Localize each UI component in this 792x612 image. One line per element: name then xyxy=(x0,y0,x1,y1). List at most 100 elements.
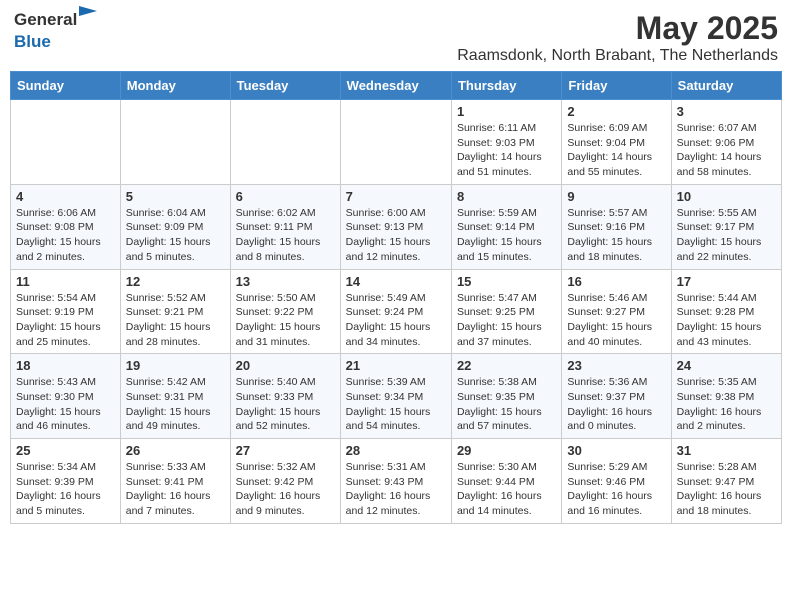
day-number: 9 xyxy=(567,189,665,204)
day-number: 11 xyxy=(16,274,115,289)
calendar-cell: 31 Sunrise: 5:28 AM Sunset: 9:47 PM Dayli… xyxy=(671,439,781,524)
calendar-cell: 6 Sunrise: 6:02 AM Sunset: 9:11 PM Daylig… xyxy=(230,184,340,269)
month-title: May 2025 xyxy=(457,10,778,47)
day-info: Sunrise: 5:59 AM Sunset: 9:14 PM Dayligh… xyxy=(457,206,556,265)
day-info: Sunrise: 5:39 AM Sunset: 9:34 PM Dayligh… xyxy=(346,375,446,434)
calendar-cell: 29 Sunrise: 5:30 AM Sunset: 9:44 PM Dayli… xyxy=(451,439,561,524)
day-info: Sunrise: 6:04 AM Sunset: 9:09 PM Dayligh… xyxy=(126,206,225,265)
day-number: 5 xyxy=(126,189,225,204)
calendar-cell: 30 Sunrise: 5:29 AM Sunset: 9:46 PM Dayli… xyxy=(562,439,671,524)
calendar-weekday-saturday: Saturday xyxy=(671,72,781,100)
day-number: 30 xyxy=(567,443,665,458)
day-info: Sunrise: 5:46 AM Sunset: 9:27 PM Dayligh… xyxy=(567,291,665,350)
logo-blue: Blue xyxy=(14,32,51,52)
day-number: 15 xyxy=(457,274,556,289)
day-info: Sunrise: 6:07 AM Sunset: 9:06 PM Dayligh… xyxy=(677,121,776,180)
day-number: 23 xyxy=(567,358,665,373)
day-number: 19 xyxy=(126,358,225,373)
calendar-table: SundayMondayTuesdayWednesdayThursdayFrid… xyxy=(10,71,782,524)
location: Raamsdonk, North Brabant, The Netherland… xyxy=(457,47,778,65)
calendar-weekday-thursday: Thursday xyxy=(451,72,561,100)
day-number: 2 xyxy=(567,104,665,119)
calendar-cell: 3 Sunrise: 6:07 AM Sunset: 9:06 PM Daylig… xyxy=(671,100,781,185)
calendar-cell xyxy=(11,100,121,185)
calendar-cell: 5 Sunrise: 6:04 AM Sunset: 9:09 PM Daylig… xyxy=(120,184,230,269)
calendar-header-row: SundayMondayTuesdayWednesdayThursdayFrid… xyxy=(11,72,782,100)
day-number: 6 xyxy=(236,189,335,204)
calendar-cell xyxy=(340,100,451,185)
calendar-cell: 28 Sunrise: 5:31 AM Sunset: 9:43 PM Dayli… xyxy=(340,439,451,524)
day-info: Sunrise: 6:00 AM Sunset: 9:13 PM Dayligh… xyxy=(346,206,446,265)
calendar-weekday-tuesday: Tuesday xyxy=(230,72,340,100)
day-info: Sunrise: 5:50 AM Sunset: 9:22 PM Dayligh… xyxy=(236,291,335,350)
day-info: Sunrise: 5:32 AM Sunset: 9:42 PM Dayligh… xyxy=(236,460,335,519)
title-section: May 2025 Raamsdonk, North Brabant, The N… xyxy=(457,10,778,65)
calendar-cell: 27 Sunrise: 5:32 AM Sunset: 9:42 PM Dayli… xyxy=(230,439,340,524)
calendar-cell: 19 Sunrise: 5:42 AM Sunset: 9:31 PM Dayli… xyxy=(120,354,230,439)
calendar-cell: 17 Sunrise: 5:44 AM Sunset: 9:28 PM Dayli… xyxy=(671,269,781,354)
day-info: Sunrise: 5:28 AM Sunset: 9:47 PM Dayligh… xyxy=(677,460,776,519)
day-info: Sunrise: 5:42 AM Sunset: 9:31 PM Dayligh… xyxy=(126,375,225,434)
day-info: Sunrise: 5:38 AM Sunset: 9:35 PM Dayligh… xyxy=(457,375,556,434)
day-number: 3 xyxy=(677,104,776,119)
day-number: 29 xyxy=(457,443,556,458)
calendar-weekday-friday: Friday xyxy=(562,72,671,100)
calendar-week-row: 4 Sunrise: 6:06 AM Sunset: 9:08 PM Daylig… xyxy=(11,184,782,269)
day-number: 8 xyxy=(457,189,556,204)
day-number: 4 xyxy=(16,189,115,204)
calendar-weekday-sunday: Sunday xyxy=(11,72,121,100)
day-number: 14 xyxy=(346,274,446,289)
day-number: 20 xyxy=(236,358,335,373)
day-info: Sunrise: 6:06 AM Sunset: 9:08 PM Dayligh… xyxy=(16,206,115,265)
day-info: Sunrise: 5:34 AM Sunset: 9:39 PM Dayligh… xyxy=(16,460,115,519)
logo-general: General xyxy=(14,10,77,29)
day-number: 12 xyxy=(126,274,225,289)
calendar-week-row: 25 Sunrise: 5:34 AM Sunset: 9:39 PM Dayli… xyxy=(11,439,782,524)
calendar-cell: 9 Sunrise: 5:57 AM Sunset: 9:16 PM Daylig… xyxy=(562,184,671,269)
calendar-week-row: 11 Sunrise: 5:54 AM Sunset: 9:19 PM Dayli… xyxy=(11,269,782,354)
day-info: Sunrise: 5:49 AM Sunset: 9:24 PM Dayligh… xyxy=(346,291,446,350)
calendar-cell: 2 Sunrise: 6:09 AM Sunset: 9:04 PM Daylig… xyxy=(562,100,671,185)
day-number: 18 xyxy=(16,358,115,373)
day-number: 24 xyxy=(677,358,776,373)
calendar-cell: 18Sunrise: 5:43 AM Sunset: 9:30 PM Dayli… xyxy=(11,354,121,439)
day-info: Sunrise: 5:31 AM Sunset: 9:43 PM Dayligh… xyxy=(346,460,446,519)
day-number: 26 xyxy=(126,443,225,458)
day-number: 28 xyxy=(346,443,446,458)
calendar-cell: 12 Sunrise: 5:52 AM Sunset: 9:21 PM Dayli… xyxy=(120,269,230,354)
day-number: 31 xyxy=(677,443,776,458)
calendar-cell: 10 Sunrise: 5:55 AM Sunset: 9:17 PM Dayli… xyxy=(671,184,781,269)
day-info: Sunrise: 5:30 AM Sunset: 9:44 PM Dayligh… xyxy=(457,460,556,519)
day-info: Sunrise: 5:44 AM Sunset: 9:28 PM Dayligh… xyxy=(677,291,776,350)
day-info: Sunrise: 5:52 AM Sunset: 9:21 PM Dayligh… xyxy=(126,291,225,350)
day-info: Sunrise: 5:55 AM Sunset: 9:17 PM Dayligh… xyxy=(677,206,776,265)
day-info: Sunrise: 5:47 AM Sunset: 9:25 PM Dayligh… xyxy=(457,291,556,350)
logo-flag-icon xyxy=(79,6,97,20)
day-number: 17 xyxy=(677,274,776,289)
day-number: 16 xyxy=(567,274,665,289)
day-number: 22 xyxy=(457,358,556,373)
day-number: 7 xyxy=(346,189,446,204)
day-number: 25 xyxy=(16,443,115,458)
calendar-cell xyxy=(120,100,230,185)
day-info: Sunrise: 5:57 AM Sunset: 9:16 PM Dayligh… xyxy=(567,206,665,265)
day-info: Sunrise: 6:11 AM Sunset: 9:03 PM Dayligh… xyxy=(457,121,556,180)
day-info: Sunrise: 5:54 AM Sunset: 9:19 PM Dayligh… xyxy=(16,291,115,350)
day-number: 10 xyxy=(677,189,776,204)
calendar-cell: 7 Sunrise: 6:00 AM Sunset: 9:13 PM Daylig… xyxy=(340,184,451,269)
calendar-cell: 4 Sunrise: 6:06 AM Sunset: 9:08 PM Daylig… xyxy=(11,184,121,269)
day-info: Sunrise: 6:02 AM Sunset: 9:11 PM Dayligh… xyxy=(236,206,335,265)
day-info: Sunrise: 5:33 AM Sunset: 9:41 PM Dayligh… xyxy=(126,460,225,519)
calendar-cell: 20 Sunrise: 5:40 AM Sunset: 9:33 PM Dayli… xyxy=(230,354,340,439)
day-number: 27 xyxy=(236,443,335,458)
calendar-weekday-wednesday: Wednesday xyxy=(340,72,451,100)
day-number: 13 xyxy=(236,274,335,289)
day-info: Sunrise: 5:40 AM Sunset: 9:33 PM Dayligh… xyxy=(236,375,335,434)
day-info: Sunrise: 6:09 AM Sunset: 9:04 PM Dayligh… xyxy=(567,121,665,180)
day-info: Sunrise: 5:36 AM Sunset: 9:37 PM Dayligh… xyxy=(567,375,665,434)
calendar-cell xyxy=(230,100,340,185)
day-number: 21 xyxy=(346,358,446,373)
day-info: Sunrise: 5:29 AM Sunset: 9:46 PM Dayligh… xyxy=(567,460,665,519)
calendar-cell: 26 Sunrise: 5:33 AM Sunset: 9:41 PM Dayli… xyxy=(120,439,230,524)
calendar-cell: 23 Sunrise: 5:36 AM Sunset: 9:37 PM Dayli… xyxy=(562,354,671,439)
